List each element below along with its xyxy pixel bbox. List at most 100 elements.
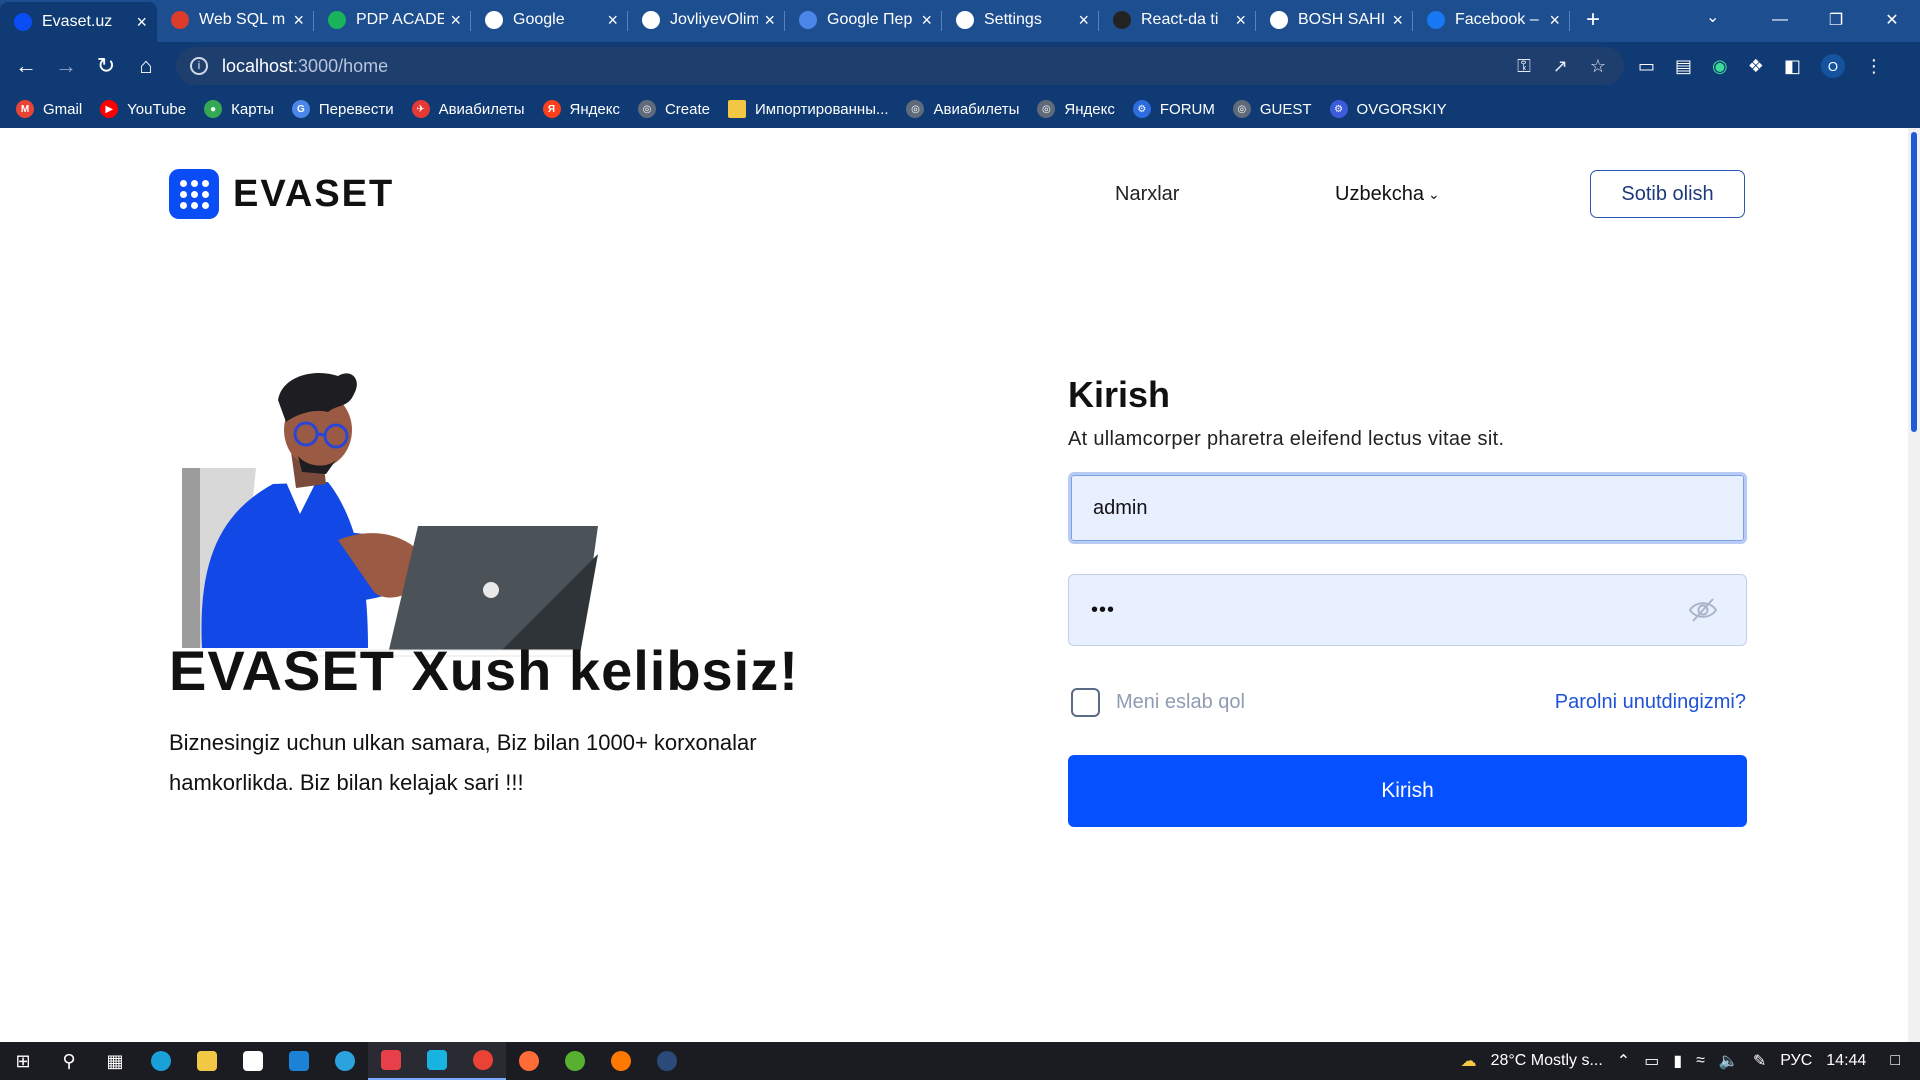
steam-icon[interactable] bbox=[644, 1042, 690, 1080]
browser-tab[interactable]: Web SQL m × bbox=[157, 2, 314, 38]
postman-icon[interactable] bbox=[506, 1042, 552, 1080]
battery-icon[interactable]: ▮ bbox=[1673, 1051, 1682, 1071]
mail-icon[interactable] bbox=[276, 1042, 322, 1080]
site-info-icon[interactable]: i bbox=[190, 57, 208, 75]
more-menu-icon[interactable]: ⋮ bbox=[1865, 56, 1883, 77]
browser-tab[interactable]: React-da ti × bbox=[1099, 2, 1256, 38]
reload-button[interactable]: ↻ bbox=[86, 46, 126, 86]
windows-start-icon[interactable]: ⊞ bbox=[0, 1042, 46, 1080]
login-submit-button[interactable]: Kirish bbox=[1068, 755, 1747, 827]
tab-close-icon[interactable]: × bbox=[1078, 10, 1089, 31]
volume-icon[interactable]: 🔈 bbox=[1719, 1051, 1739, 1071]
tab-close-icon[interactable]: × bbox=[1392, 10, 1403, 31]
store-icon[interactable] bbox=[230, 1042, 276, 1080]
remember-me-checkbox[interactable] bbox=[1071, 688, 1100, 717]
bookmark-item[interactable]: ⚙ FORUM bbox=[1132, 100, 1215, 118]
back-button[interactable]: ← bbox=[6, 46, 46, 86]
utorrent-icon[interactable] bbox=[552, 1042, 598, 1080]
language-select[interactable]: Uzbekcha ⌄ bbox=[1335, 183, 1440, 206]
tab-close-icon[interactable]: × bbox=[764, 10, 775, 31]
notifications-icon[interactable]: □ bbox=[1890, 1052, 1900, 1070]
screen-extension-icon[interactable]: ▤ bbox=[1675, 56, 1692, 77]
page-scrollbar[interactable] bbox=[1908, 128, 1920, 1043]
bookmark-item[interactable]: ● Карты bbox=[204, 100, 274, 118]
page-content: EVASET Narxlar Uzbekcha ⌄ Sotib olish EV… bbox=[0, 128, 1920, 1043]
bookmark-item[interactable]: M Gmail bbox=[16, 100, 82, 118]
telegram-icon[interactable] bbox=[322, 1042, 368, 1080]
browser-tab[interactable]: Evaset.uz × bbox=[0, 2, 157, 42]
cast-icon[interactable]: ▭ bbox=[1638, 56, 1655, 77]
tab-close-icon[interactable]: × bbox=[1235, 10, 1246, 31]
star-bookmark-icon[interactable]: ☆ bbox=[1590, 56, 1606, 77]
edge-icon[interactable] bbox=[138, 1042, 184, 1080]
forgot-password-link[interactable]: Parolni unutdingizmi? bbox=[1555, 691, 1746, 714]
evaset-logo[interactable]: EVASET bbox=[169, 169, 394, 219]
bookmark-item[interactable]: Импортированны... bbox=[727, 100, 888, 118]
bookmark-label: Gmail bbox=[43, 100, 83, 118]
browser-tab[interactable]: Settings × bbox=[942, 2, 1099, 38]
nav-link-prices[interactable]: Narxlar bbox=[1115, 183, 1179, 206]
bookmark-item[interactable]: Я Яндекс bbox=[542, 100, 620, 118]
circle-extension-icon[interactable]: ◉ bbox=[1712, 56, 1728, 77]
bookmark-item[interactable]: ◎ Авиабилеты bbox=[906, 100, 1019, 118]
chrome-icon[interactable] bbox=[460, 1042, 506, 1080]
password-field[interactable]: ••• bbox=[1068, 574, 1747, 646]
tab-close-icon[interactable]: × bbox=[293, 10, 304, 31]
file-explorer-icon[interactable] bbox=[184, 1042, 230, 1080]
bookmark-item[interactable]: ◎ GUEST bbox=[1232, 100, 1312, 118]
key-icon[interactable]: ⚿ bbox=[1517, 56, 1531, 77]
tab-close-icon[interactable]: × bbox=[136, 12, 147, 33]
restore-button[interactable]: ❐ bbox=[1808, 0, 1864, 40]
browser-tab[interactable]: JovliyevOlim × bbox=[628, 2, 785, 38]
buy-button[interactable]: Sotib olish bbox=[1590, 170, 1745, 218]
pen-icon[interactable]: ✎ bbox=[1753, 1051, 1766, 1071]
weather-text[interactable]: 28°C Mostly s... bbox=[1491, 1052, 1603, 1070]
tab-close-icon[interactable]: × bbox=[450, 10, 461, 31]
share-icon[interactable]: ↗ bbox=[1553, 56, 1568, 77]
clock[interactable]: 14:44 bbox=[1826, 1052, 1866, 1070]
username-field[interactable] bbox=[1068, 472, 1747, 544]
task-view-icon[interactable]: ▦ bbox=[92, 1042, 138, 1080]
wifi-icon[interactable]: ≈ bbox=[1696, 1052, 1705, 1070]
bookmark-label: FORUM bbox=[1159, 100, 1215, 118]
bookmark-item[interactable]: ◎ Яндекс bbox=[1037, 100, 1115, 118]
bookmark-item[interactable]: G Перевести bbox=[291, 100, 394, 118]
profile-avatar[interactable]: O bbox=[1820, 54, 1845, 78]
tab-close-icon[interactable]: × bbox=[921, 10, 932, 31]
bookmark-item[interactable]: ▶ YouTube bbox=[100, 100, 186, 118]
browser-tab-strip: Evaset.uz × Web SQL m × PDP ACADE × Google × Jov… bbox=[0, 0, 1920, 42]
browser-tab[interactable]: Google Пер × bbox=[785, 2, 942, 38]
remember-me[interactable]: Meni eslab qol bbox=[1071, 688, 1245, 717]
new-tab-button[interactable]: + bbox=[1586, 6, 1600, 34]
address-bar[interactable]: i localhost:3000/home ⚿ ↗ ☆ bbox=[176, 47, 1624, 85]
bookmark-item[interactable]: ◎ Create bbox=[637, 100, 710, 118]
password-input[interactable]: ••• bbox=[1091, 599, 1115, 622]
search-icon[interactable]: ⚲ bbox=[46, 1042, 92, 1080]
weather-icon[interactable]: ☁ bbox=[1461, 1051, 1477, 1071]
puzzle-extensions-icon[interactable]: ❖ bbox=[1748, 56, 1764, 77]
browser-tab[interactable]: Facebook – × bbox=[1413, 2, 1570, 38]
username-input[interactable] bbox=[1093, 496, 1653, 520]
browser-tab[interactable]: Google × bbox=[471, 2, 628, 38]
eye-slash-icon[interactable] bbox=[1688, 597, 1718, 623]
hero-description: Biznesingiz uchun ulkan samara, Biz bila… bbox=[169, 730, 757, 795]
side-panel-icon[interactable]: ◧ bbox=[1784, 56, 1801, 77]
avast-icon[interactable] bbox=[598, 1042, 644, 1080]
forward-button[interactable]: → bbox=[46, 46, 86, 86]
tab-search-chevron-icon[interactable]: ⌄ bbox=[1706, 7, 1719, 27]
tab-close-icon[interactable]: × bbox=[607, 10, 618, 31]
webstorm-icon[interactable] bbox=[414, 1042, 460, 1080]
minimize-button[interactable]: — bbox=[1752, 0, 1808, 40]
tray-chevron-up-icon[interactable]: ⌃ bbox=[1617, 1051, 1630, 1071]
bookmark-item[interactable]: ✈ Авиабилеты bbox=[411, 100, 525, 118]
browser-tab[interactable]: PDP ACADE × bbox=[314, 2, 471, 38]
bookmark-item[interactable]: ⚙ OVGORSKIY bbox=[1329, 100, 1447, 118]
scrollbar-thumb[interactable] bbox=[1911, 132, 1917, 432]
tab-close-icon[interactable]: × bbox=[1549, 10, 1560, 31]
home-button[interactable]: ⌂ bbox=[126, 46, 166, 86]
network-device-icon[interactable]: ▭ bbox=[1644, 1051, 1659, 1071]
intellij-icon[interactable] bbox=[368, 1042, 414, 1080]
browser-tab[interactable]: BOSH SAHI × bbox=[1256, 2, 1413, 38]
close-window-button[interactable]: ✕ bbox=[1864, 0, 1920, 40]
input-language[interactable]: РУС bbox=[1780, 1052, 1812, 1070]
